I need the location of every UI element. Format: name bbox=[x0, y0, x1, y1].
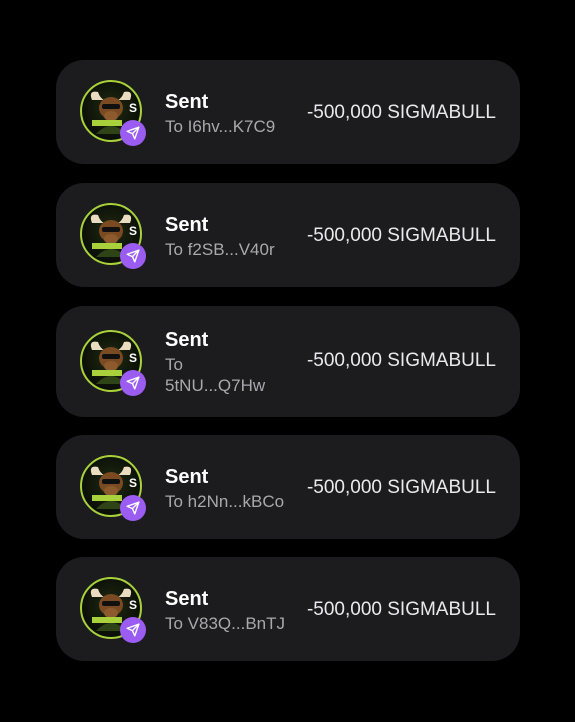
transaction-recipient: To h2Nn...kBCo bbox=[165, 492, 285, 511]
transaction-amount: -500,000 SIGMABULL bbox=[306, 599, 496, 620]
token-avatar: S bbox=[80, 577, 146, 643]
svg-text:S: S bbox=[129, 101, 137, 115]
token-avatar: S bbox=[80, 80, 146, 146]
token-avatar: S bbox=[80, 330, 146, 396]
transaction-card[interactable]: S Sent To V83Q...BnTJ -500,000 SIGMABULL bbox=[56, 557, 520, 661]
send-arrow-icon bbox=[120, 617, 146, 643]
send-arrow-icon bbox=[120, 370, 146, 396]
transaction-info: Sent To 5tNU...Q7Hw bbox=[165, 328, 285, 396]
svg-text:S: S bbox=[129, 598, 137, 612]
transaction-info: Sent To h2Nn...kBCo bbox=[165, 465, 300, 512]
transaction-recipient: To 5tNU...Q7Hw bbox=[165, 355, 266, 395]
transaction-info: Sent To f2SB...V40r bbox=[165, 213, 300, 260]
transaction-card[interactable]: S Sent To 5tNU...Q7Hw -500,000 SIGMABULL bbox=[56, 306, 520, 417]
transaction-status: Sent bbox=[165, 466, 209, 488]
svg-text:S: S bbox=[129, 476, 137, 490]
svg-text:S: S bbox=[129, 351, 137, 365]
transaction-status: Sent bbox=[165, 214, 209, 236]
send-arrow-icon bbox=[120, 243, 146, 269]
transaction-status: Sent bbox=[165, 91, 209, 113]
send-arrow-icon bbox=[120, 495, 146, 521]
token-avatar: S bbox=[80, 203, 146, 269]
transaction-card[interactable]: S Sent To h2Nn...kBCo -500,000 SIGMABULL bbox=[56, 435, 520, 539]
transaction-amount: -500,000 SIGMABULL bbox=[306, 102, 496, 123]
send-arrow-icon bbox=[120, 120, 146, 146]
transaction-recipient: To f2SB...V40r bbox=[165, 240, 275, 259]
transaction-recipient: To I6hv...K7C9 bbox=[165, 117, 276, 136]
transaction-recipient: To V83Q...BnTJ bbox=[165, 614, 285, 633]
transaction-card[interactable]: S Sent To f2SB...V40r -500,000 SIGMABULL bbox=[56, 183, 520, 287]
transaction-amount: -500,000 SIGMABULL bbox=[306, 350, 496, 371]
transaction-info: Sent To I6hv...K7C9 bbox=[165, 90, 300, 137]
svg-text:S: S bbox=[129, 224, 137, 238]
transaction-amount: -500,000 SIGMABULL bbox=[306, 225, 496, 246]
transaction-info: Sent To V83Q...BnTJ bbox=[165, 587, 300, 634]
transaction-status: Sent bbox=[165, 329, 209, 351]
token-avatar: S bbox=[80, 455, 146, 521]
transaction-amount: -500,000 SIGMABULL bbox=[306, 477, 496, 498]
transaction-status: Sent bbox=[165, 588, 209, 610]
transaction-card[interactable]: S Sent To I6hv...K7C9 -500,000 SIGMABULL bbox=[56, 60, 520, 164]
